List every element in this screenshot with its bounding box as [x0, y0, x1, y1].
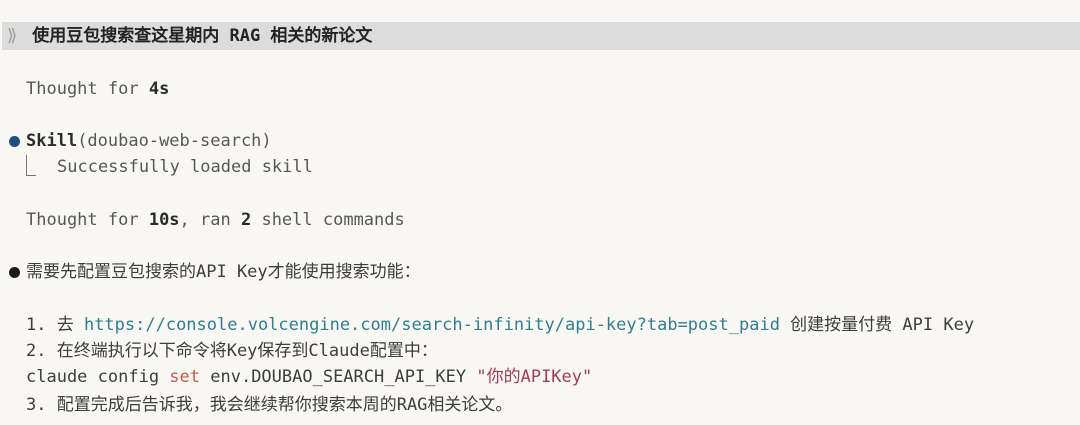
command-count: 2 — [240, 210, 252, 230]
thought-prefix: Thought for — [26, 210, 149, 230]
thought-duration: 4s — [148, 79, 170, 99]
thought-status-2: Thought for 10s, ran 2 shell commands — [26, 206, 1080, 234]
step-2: 2. 在终端执行以下命令将Key保存到Claude配置中： — [26, 341, 438, 361]
skill-result: Successfully loaded skill — [57, 157, 313, 177]
message-intro: 需要先配置豆包搜索的API Key才能使用搜索功能： — [26, 262, 421, 282]
step-1-suffix: 创建按量付费 API Key — [779, 315, 975, 335]
command-variable: env.DOUBAO_SEARCH_API_KEY — [200, 367, 477, 387]
step-1-prefix: 1. 去 — [26, 315, 84, 335]
prompt-chevron-icon: ⟫ — [6, 26, 18, 46]
thought-status-1: Thought for 4s — [26, 75, 1080, 103]
skill-name: Skill — [26, 131, 78, 151]
skill-call: Skill(doubao-web-search) — [26, 127, 1080, 155]
step-1: 1. 去 https://console.volcengine.com/sear… — [26, 311, 1080, 339]
thought-suffix: shell commands — [251, 210, 405, 230]
command-value: "你的APIKey" — [476, 367, 593, 387]
user-prompt: ⟫ 使用豆包搜索查这星期内 RAG 相关的新论文 — [2, 22, 1080, 50]
step-3: 3. 配置完成后告诉我，我会继续帮你搜索本周的RAG相关论文。 — [26, 395, 513, 415]
skill-status-dot-icon — [9, 136, 20, 147]
message-status-dot-icon — [9, 267, 20, 278]
command-start: claude config — [26, 367, 170, 387]
tree-elbow-icon — [26, 155, 36, 176]
skill-args: (doubao-web-search) — [77, 131, 272, 151]
prompt-text: 使用豆包搜索查这星期内 RAG 相关的新论文 — [32, 26, 373, 46]
thought-mid: , ran — [179, 210, 241, 230]
thought-prefix: Thought for — [26, 79, 149, 99]
thought-duration: 10s — [148, 210, 180, 230]
command-keyword: set — [169, 367, 201, 387]
config-command: claude config set env.DOUBAO_SEARCH_API_… — [26, 363, 1080, 391]
api-key-link[interactable]: https://console.volcengine.com/search-in… — [84, 315, 780, 335]
